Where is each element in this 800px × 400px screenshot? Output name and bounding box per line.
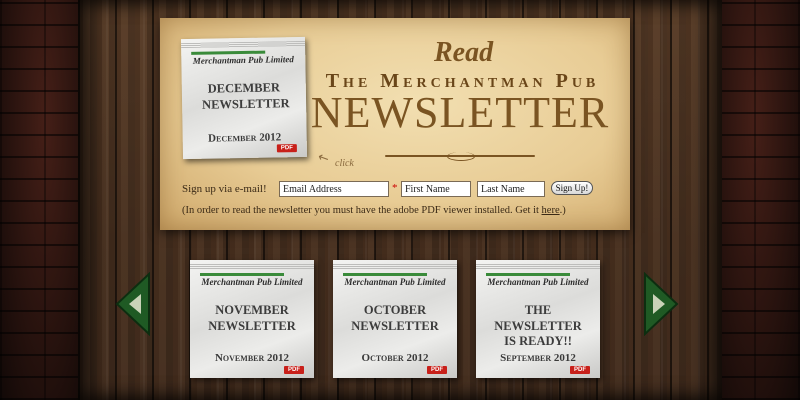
newsletter-card-november[interactable]: Merchantman Pub Limited NOVEMBER NEWSLET… bbox=[190, 260, 314, 378]
masthead-bar bbox=[343, 273, 427, 276]
featured-headline: DECEMBER NEWSLETTER bbox=[201, 80, 290, 112]
card-headline: OCTOBER NEWSLETTER bbox=[351, 303, 439, 333]
paper-fold bbox=[333, 264, 457, 269]
note-suffix: .) bbox=[559, 205, 566, 216]
previous-arrow[interactable] bbox=[115, 272, 151, 336]
card-masthead: Merchantman Pub Limited bbox=[487, 277, 589, 287]
card-masthead: Merchantman Pub Limited bbox=[344, 277, 446, 287]
click-hint: click bbox=[335, 158, 354, 169]
pdf-badge[interactable]: PDF bbox=[284, 366, 304, 374]
pdf-badge[interactable]: PDF bbox=[276, 144, 297, 153]
brick-wall-right bbox=[710, 0, 800, 400]
card-date: November 2012 bbox=[214, 352, 290, 364]
next-arrow[interactable] bbox=[643, 272, 679, 336]
paper-fold bbox=[190, 264, 314, 269]
get-pdf-viewer-link[interactable]: here bbox=[542, 205, 560, 216]
ornament-divider bbox=[385, 152, 535, 161]
newsletter-title: NEWSLETTER bbox=[310, 88, 610, 137]
newsletter-card-september[interactable]: Merchantman Pub Limited THE NEWSLETTER I… bbox=[476, 260, 600, 378]
paper-fold bbox=[476, 264, 600, 269]
brick-wall-left bbox=[0, 0, 90, 400]
featured-date: December 2012 bbox=[208, 131, 282, 145]
masthead-bar bbox=[200, 273, 284, 276]
last-name-field[interactable] bbox=[477, 181, 545, 197]
email-field[interactable] bbox=[279, 181, 389, 197]
required-marker: * bbox=[392, 182, 398, 194]
featured-masthead: Merchantman Pub Limited bbox=[192, 54, 294, 66]
signup-label: Sign up via e-mail! bbox=[182, 183, 267, 195]
note-text: (In order to read the newsletter you mus… bbox=[182, 205, 542, 216]
card-headline: NOVEMBER NEWSLETTER bbox=[208, 303, 296, 333]
first-name-field[interactable] bbox=[401, 181, 471, 197]
pdf-badge[interactable]: PDF bbox=[570, 366, 590, 374]
masthead-bar bbox=[486, 273, 570, 276]
pdf-badge[interactable]: PDF bbox=[427, 366, 447, 374]
card-date: September 2012 bbox=[500, 352, 576, 364]
card-date: October 2012 bbox=[361, 352, 429, 364]
paper-fold bbox=[181, 40, 306, 49]
sign-up-button[interactable]: Sign Up! bbox=[551, 181, 593, 195]
card-masthead: Merchantman Pub Limited bbox=[201, 277, 303, 287]
featured-newsletter[interactable]: Merchantman Pub Limited DECEMBER NEWSLET… bbox=[180, 36, 308, 160]
newsletter-card-october[interactable]: Merchantman Pub Limited OCTOBER NEWSLETT… bbox=[333, 260, 457, 378]
pdf-viewer-note: (In order to read the newsletter you mus… bbox=[182, 205, 566, 216]
read-heading: Read bbox=[434, 37, 494, 68]
card-headline: THE NEWSLETTER IS READY!! bbox=[494, 303, 582, 349]
